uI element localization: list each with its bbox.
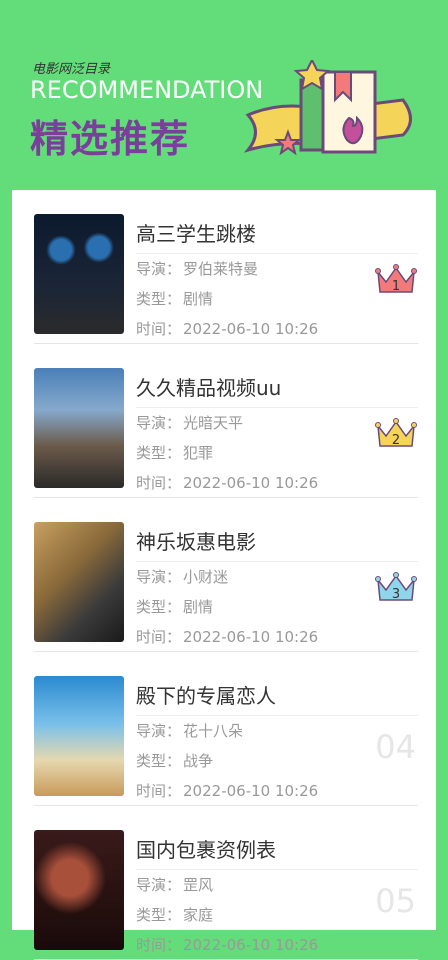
genre-row: 类型： 剧情 — [136, 290, 214, 308]
movie-title[interactable]: 久久精品视频uu — [136, 372, 418, 408]
movie-poster[interactable] — [34, 830, 124, 950]
crown-rank-2-icon: 2 — [375, 418, 417, 448]
list-item[interactable]: 高三学生跳楼 导演： 罗伯莱特曼 类型： 剧情 时间： 2022-06-10 10:2… — [34, 190, 418, 344]
book-star-illustration-icon — [243, 60, 412, 156]
genre-row: 类型： 家庭 — [136, 906, 214, 924]
list-item[interactable]: 久久精品视频uu 导演： 光暗天平 类型： 犯罪 时间： 2022-06-10 10:… — [34, 344, 418, 498]
list-item[interactable]: 神乐坂惠电影 导演： 小财迷 类型： 剧情 时间： 2022-06-10 10:26 … — [34, 498, 418, 652]
svg-text:1: 1 — [392, 279, 400, 294]
director-row: 导演： 光暗天平 — [136, 414, 244, 432]
header-english-title: RECOMMENDATION — [30, 76, 264, 104]
movie-title[interactable]: 神乐坂惠电影 — [136, 526, 418, 562]
svg-text:2: 2 — [392, 433, 400, 448]
director-row: 导演： 罗伯莱特曼 — [136, 260, 259, 278]
page-title: 精选推荐 — [30, 117, 191, 161]
movie-title[interactable]: 高三学生跳楼 — [136, 218, 418, 254]
recommendation-card: 高三学生跳楼 导演： 罗伯莱特曼 类型： 剧情 时间： 2022-06-10 10:2… — [12, 190, 436, 960]
movie-poster[interactable] — [34, 522, 124, 642]
header-subtitle: 电影网泛目录 — [32, 62, 111, 77]
movie-title[interactable]: 国内包裹资例表 — [136, 834, 418, 870]
rank-number: 04 — [375, 728, 416, 766]
list-item[interactable]: 殿下的专属恋人 导演： 花十八朵 类型： 战争 时间： 2022-06-10 10:2… — [34, 652, 418, 806]
time-row: 时间： 2022-06-10 10:26 — [136, 782, 319, 800]
rank-number: 05 — [375, 882, 416, 920]
time-row: 时间： 2022-06-10 10:26 — [136, 936, 319, 954]
crown-rank-3-icon: 3 — [375, 572, 417, 602]
genre-row: 类型： 犯罪 — [136, 444, 214, 462]
header: 电影网泛目录 RECOMMENDATION 精选推荐 — [0, 0, 448, 190]
svg-text:3: 3 — [392, 587, 400, 602]
time-row: 时间： 2022-06-10 10:26 — [136, 628, 319, 646]
genre-row: 类型： 剧情 — [136, 598, 214, 616]
movie-title[interactable]: 殿下的专属恋人 — [136, 680, 418, 716]
list-item[interactable]: 国内包裹资例表 导演： 罡风 类型： 家庭 时间： 2022-06-10 10:26 … — [34, 806, 418, 960]
director-row: 导演： 罡风 — [136, 876, 214, 894]
genre-row: 类型： 战争 — [136, 752, 214, 770]
time-row: 时间： 2022-06-10 10:26 — [136, 320, 319, 338]
movie-poster[interactable] — [34, 368, 124, 488]
time-row: 时间： 2022-06-10 10:26 — [136, 474, 319, 492]
crown-rank-1-icon: 1 — [375, 264, 417, 294]
movie-poster[interactable] — [34, 214, 124, 334]
director-row: 导演： 小财迷 — [136, 568, 229, 586]
director-row: 导演： 花十八朵 — [136, 722, 244, 740]
movie-poster[interactable] — [34, 676, 124, 796]
